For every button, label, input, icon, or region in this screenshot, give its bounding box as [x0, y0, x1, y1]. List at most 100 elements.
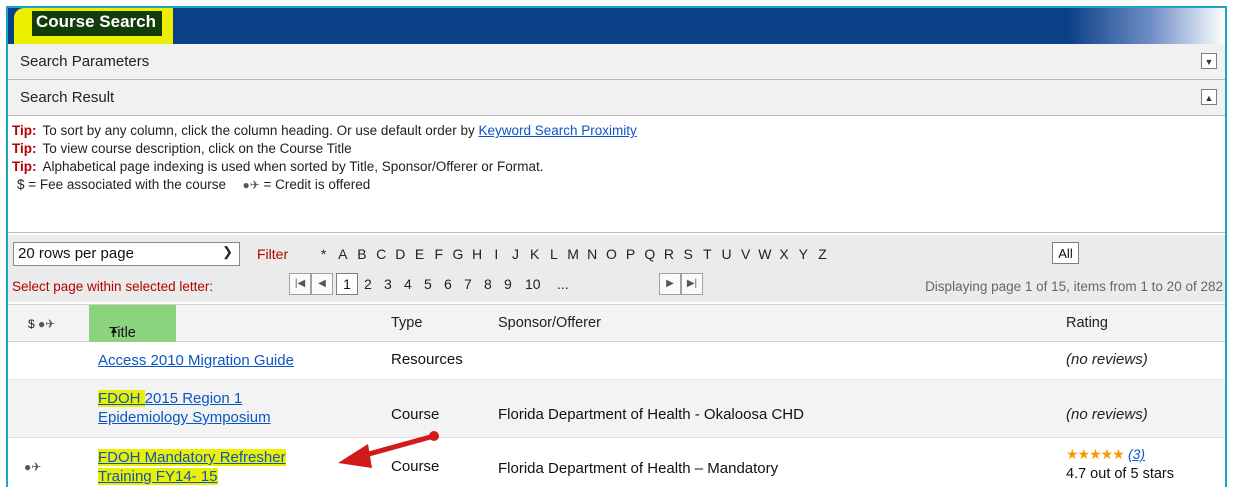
rows-per-page-value: 20 rows per page — [18, 245, 134, 262]
type-column-header[interactable]: Type — [391, 315, 422, 331]
tip-description-text: To view course description, click on the… — [42, 141, 352, 156]
letter-filter-p[interactable]: P — [621, 246, 640, 262]
page-link-10[interactable]: 10 — [525, 276, 541, 292]
page-link-9[interactable]: 9 — [504, 276, 512, 292]
chevron-down-icon: ❯ — [222, 244, 233, 259]
letter-filter-s[interactable]: S — [679, 246, 698, 262]
letter-filter-q[interactable]: Q — [640, 246, 659, 262]
letter-filter-star[interactable]: * — [314, 246, 333, 262]
all-letters-button[interactable]: All — [1052, 242, 1079, 264]
letter-filter-e[interactable]: E — [410, 246, 429, 262]
table-row: ●✈ FDOH Mandatory Refresher Training FY1… — [8, 438, 1225, 487]
tip-sort: Tip: To sort by any column, click the col… — [12, 123, 637, 138]
letter-filter-l[interactable]: L — [544, 246, 563, 262]
letter-index: * A B C D E F G H I J K L M N O P Q R S T U V W X Y Z — [314, 246, 832, 262]
tip-label: Tip: — [12, 141, 37, 156]
keyword-search-proximity-link[interactable]: Keyword Search Proximity — [478, 123, 636, 138]
letter-filter-c[interactable]: C — [372, 246, 391, 262]
search-parameters-label: Search Parameters — [20, 53, 150, 70]
letter-filter-v[interactable]: V — [736, 246, 755, 262]
rating-text: 4.7 out of 5 stars — [1066, 466, 1175, 482]
first-page-icon[interactable]: |◀ — [289, 273, 311, 295]
legend: $ = Fee associated with the course ●✈ = … — [17, 177, 370, 192]
current-page[interactable]: 1 — [336, 273, 358, 295]
letter-filter-t[interactable]: T — [698, 246, 717, 262]
tip-sort-text: To sort by any column, click the column … — [42, 123, 475, 138]
letter-filter-h[interactable]: H — [468, 246, 487, 262]
course-title-text[interactable]: Access 2010 Migration Guide — [98, 352, 294, 369]
course-title-link[interactable]: Access 2010 Migration Guide — [98, 351, 294, 370]
letter-filter-j[interactable]: J — [506, 246, 525, 262]
letter-filter-b[interactable]: B — [352, 246, 371, 262]
sort-ascending-icon: ▲ — [109, 325, 119, 336]
table-header: $ ●✈ Title ▲ Type Sponsor/Offerer Rating — [8, 304, 1225, 342]
page-link-3[interactable]: 3 — [384, 276, 392, 292]
rating-cell: (no reviews) — [1066, 351, 1148, 368]
course-title-text[interactable]: Training FY14- 15 — [98, 468, 218, 485]
page-link-7[interactable]: 7 — [464, 276, 472, 292]
rating-cell: (no reviews) — [1066, 406, 1148, 423]
course-title-text[interactable]: Epidemiology Symposium — [98, 409, 271, 426]
letter-filter-d[interactable]: D — [391, 246, 410, 262]
last-page-icon[interactable]: ▶| — [681, 273, 703, 295]
filter-label: Filter — [257, 246, 289, 262]
letter-filter-w[interactable]: W — [755, 246, 774, 262]
course-title-link[interactable]: FDOH Mandatory Refresher Training FY14- … — [98, 448, 286, 486]
page-link-more[interactable]: ... — [557, 276, 569, 292]
rating-column-header[interactable]: Rating — [1066, 315, 1108, 331]
grid-toolbar: 20 rows per page ❯ Filter * A B C D E F G H I J K L M… — [8, 235, 1225, 302]
select-page-label: Select page within selected letter: — [12, 279, 214, 294]
letter-filter-m[interactable]: M — [563, 246, 582, 262]
letter-filter-g[interactable]: G — [448, 246, 467, 262]
letter-filter-u[interactable]: U — [717, 246, 736, 262]
page-link-2[interactable]: 2 — [364, 276, 372, 292]
paging-status: Displaying page 1 of 15, items from 1 to… — [925, 279, 1223, 294]
fee-header-label: $ — [28, 317, 35, 331]
type-cell: Course — [391, 406, 440, 423]
letter-filter-f[interactable]: F — [429, 246, 448, 262]
sponsor-cell: Florida Department of Health – Mandatory — [498, 460, 779, 477]
credit-icon: ●✈ — [242, 178, 260, 192]
credit-legend: = Credit is offered — [263, 177, 371, 192]
expand-chevron-icon[interactable]: ▼ — [1201, 53, 1217, 69]
prev-page-icon[interactable]: ◀ — [311, 273, 333, 295]
course-search-panel: Course Search Search Parameters ▼ Search… — [6, 6, 1227, 487]
tip-label: Tip: — [12, 159, 37, 174]
table-row: FDOH 2015 Region 1 Epidemiology Symposiu… — [8, 380, 1225, 438]
letter-filter-k[interactable]: K — [525, 246, 544, 262]
fee-credit-header[interactable]: $ ●✈ — [28, 317, 55, 331]
sponsor-column-header[interactable]: Sponsor/Offerer — [498, 315, 601, 331]
letter-filter-r[interactable]: R — [659, 246, 678, 262]
title-column-header[interactable]: Title ▲ — [89, 305, 176, 342]
credit-icon: ●✈ — [24, 460, 42, 474]
letter-filter-a[interactable]: A — [333, 246, 352, 262]
highlighted-title-text: FDOH — [98, 390, 145, 407]
star-icons: ★★★★★ — [1066, 446, 1125, 462]
next-page-icon[interactable]: ▶ — [659, 273, 681, 295]
letter-filter-y[interactable]: Y — [794, 246, 813, 262]
page-link-6[interactable]: 6 — [444, 276, 452, 292]
search-parameters-section[interactable]: Search Parameters ▼ — [8, 44, 1225, 80]
search-result-label: Search Result — [20, 89, 115, 106]
course-title-text[interactable]: 2015 Region 1 — [145, 390, 243, 407]
letter-filter-x[interactable]: X — [775, 246, 794, 262]
page-link-5[interactable]: 5 — [424, 276, 432, 292]
rows-per-page-select[interactable]: 20 rows per page ❯ — [13, 242, 240, 266]
tip-label: Tip: — [12, 123, 37, 138]
collapse-chevron-icon[interactable]: ▲ — [1201, 89, 1217, 105]
page-link-8[interactable]: 8 — [484, 276, 492, 292]
course-title-text[interactable]: FDOH Mandatory Refresher — [98, 449, 286, 466]
course-title-link[interactable]: FDOH 2015 Region 1 Epidemiology Symposiu… — [98, 389, 271, 427]
title-bar: Course Search — [8, 8, 1225, 44]
letter-filter-n[interactable]: N — [583, 246, 602, 262]
tip-description: Tip: To view course description, click on… — [12, 141, 352, 156]
rating-stars: ★★★★★ (3) — [1066, 446, 1145, 463]
sponsor-cell: Florida Department of Health - Okaloosa … — [498, 406, 804, 423]
search-result-section[interactable]: Search Result ▲ — [8, 80, 1225, 116]
letter-filter-i[interactable]: I — [487, 246, 506, 262]
letter-filter-z[interactable]: Z — [813, 246, 832, 262]
page-link-4[interactable]: 4 — [404, 276, 412, 292]
table-row: Access 2010 Migration Guide Resources (n… — [8, 342, 1225, 380]
review-count-link[interactable]: (3) — [1128, 446, 1145, 462]
letter-filter-o[interactable]: O — [602, 246, 621, 262]
